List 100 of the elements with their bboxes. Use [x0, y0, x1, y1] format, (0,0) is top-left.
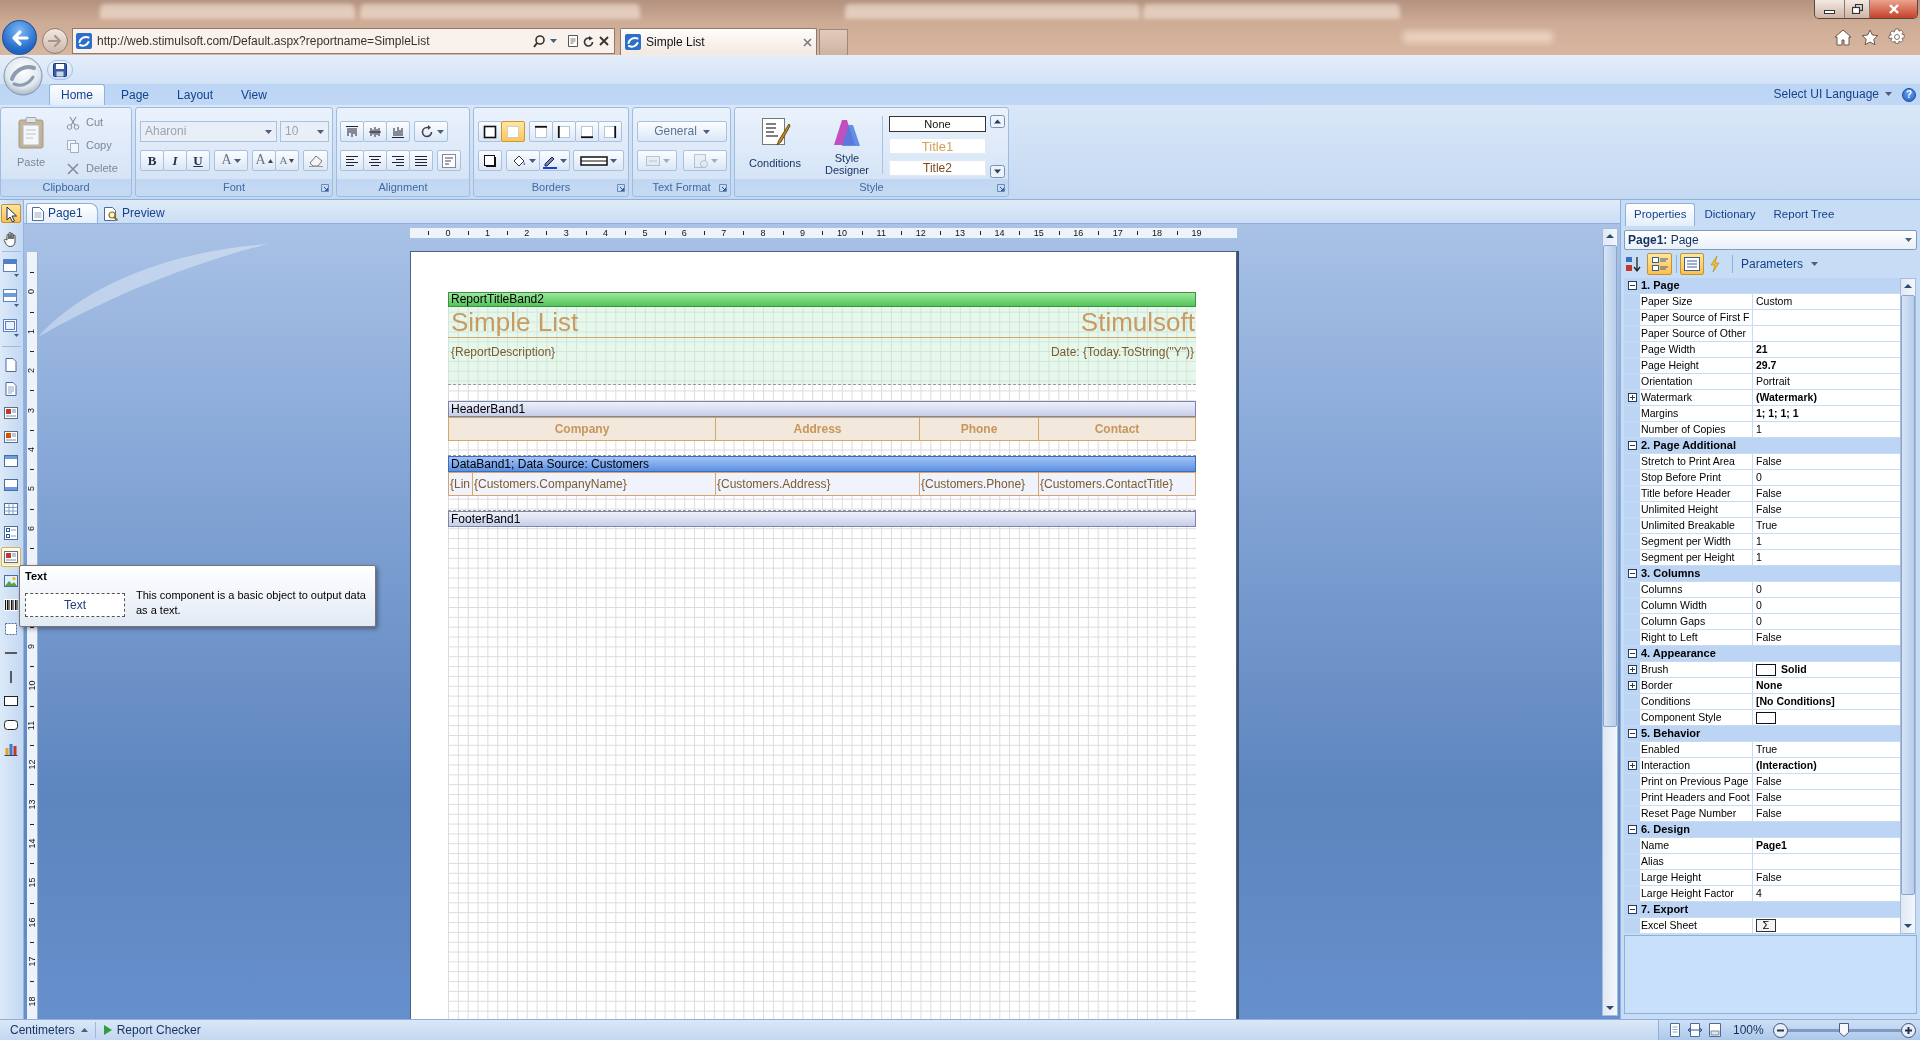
- property-value-cell[interactable]: Σ: [1753, 918, 1900, 933]
- property-value[interactable]: 21: [1753, 342, 1900, 357]
- property-row[interactable]: Large Height False: [1624, 870, 1900, 886]
- dialog-launcher-icon[interactable]: [617, 184, 625, 192]
- property-row[interactable]: Margins 1; 1; 1; 1: [1624, 406, 1900, 422]
- grow-font-button[interactable]: A: [252, 150, 276, 171]
- property-row[interactable]: Paper Source of Other: [1624, 326, 1900, 342]
- close-button[interactable]: [1869, 0, 1917, 18]
- eraser-button[interactable]: [303, 150, 328, 171]
- property-row[interactable]: Border None: [1624, 678, 1900, 694]
- property-row[interactable]: Columns 0: [1624, 582, 1900, 598]
- zoom-out-icon[interactable]: [1772, 1022, 1788, 1038]
- view-mode-button[interactable]: [1687, 1022, 1703, 1038]
- scroll-down-icon[interactable]: [990, 165, 1005, 178]
- border-button[interactable]: [478, 121, 502, 142]
- property-value[interactable]: 0: [1753, 470, 1900, 485]
- property-value[interactable]: [No Conditions]: [1753, 694, 1900, 709]
- expand-icon[interactable]: [1627, 393, 1637, 402]
- property-value[interactable]: Portrait: [1753, 374, 1900, 389]
- property-row[interactable]: Segment per Width 1: [1624, 534, 1900, 550]
- italic-button[interactable]: I: [163, 150, 187, 171]
- scroll-thumb[interactable]: [1603, 245, 1617, 727]
- property-row[interactable]: Interaction (Interaction): [1624, 758, 1900, 774]
- property-value[interactable]: Page1: [1753, 838, 1900, 853]
- property-value-cell[interactable]: [1753, 326, 1900, 341]
- property-value[interactable]: 1: [1753, 534, 1900, 549]
- toolbar-toggle[interactable]: [1647, 253, 1672, 275]
- border-color-button[interactable]: [539, 150, 570, 171]
- property-row[interactable]: Number of Copies 1: [1624, 422, 1900, 438]
- property-row[interactable]: Page Height 29.7: [1624, 358, 1900, 374]
- property-value[interactable]: (Watermark): [1753, 390, 1900, 405]
- browser-tab[interactable]: Simple List: [620, 28, 817, 55]
- ribbon-tab[interactable]: Layout: [165, 84, 226, 105]
- property-row[interactable]: Enabled True: [1624, 742, 1900, 758]
- collapse-icon[interactable]: [1627, 905, 1637, 914]
- property-value[interactable]: 4: [1753, 886, 1900, 901]
- property-value[interactable]: False: [1753, 630, 1900, 645]
- property-value[interactable]: 1: [1753, 422, 1900, 437]
- format-dropdown[interactable]: General: [637, 121, 727, 142]
- border-button[interactable]: [529, 121, 553, 142]
- property-value[interactable]: 1; 1; 1; 1: [1753, 406, 1900, 421]
- panel-tab[interactable]: Report Tree: [1764, 203, 1844, 226]
- line-style-button[interactable]: [573, 150, 624, 171]
- panel-tab[interactable]: Properties: [1625, 203, 1696, 226]
- property-value[interactable]: True: [1753, 518, 1900, 533]
- property-row[interactable]: Segment per Height 1: [1624, 550, 1900, 566]
- category-row[interactable]: 5. Behavior: [1624, 726, 1900, 742]
- panel-tab[interactable]: Dictionary: [1695, 203, 1765, 226]
- property-value[interactable]: 29.7: [1753, 358, 1900, 373]
- vertical-align-button[interactable]: [363, 121, 387, 142]
- border-button[interactable]: [552, 121, 576, 142]
- style-gallery-item[interactable]: Title2: [889, 160, 986, 176]
- ribbon-tab[interactable]: Page: [109, 84, 162, 105]
- property-value[interactable]: 0: [1753, 598, 1900, 613]
- collapse-icon[interactable]: [1627, 441, 1637, 450]
- property-value[interactable]: False: [1753, 454, 1900, 469]
- horizontal-align-button[interactable]: [340, 150, 364, 171]
- font-color-button[interactable]: A: [214, 150, 248, 171]
- rotate-button[interactable]: [414, 121, 448, 142]
- search-icon[interactable]: [533, 34, 545, 48]
- collapse-icon[interactable]: [1627, 729, 1637, 738]
- scroll-thumb[interactable]: [1901, 295, 1915, 895]
- collapse-icon[interactable]: [1627, 649, 1637, 658]
- style-gallery-item[interactable]: None: [889, 116, 986, 132]
- language-dropdown[interactable]: Select UI Language: [1773, 87, 1892, 102]
- expand-icon[interactable]: [1627, 681, 1637, 690]
- toolbar-toggle[interactable]: [1680, 253, 1704, 275]
- category-row[interactable]: 6. Design: [1624, 822, 1900, 838]
- border-button[interactable]: [575, 121, 599, 142]
- dropdown-caret-icon[interactable]: [550, 39, 557, 43]
- property-value[interactable]: 0: [1753, 582, 1900, 597]
- property-row[interactable]: Orientation Portrait: [1624, 374, 1900, 390]
- property-value[interactable]: 1: [1753, 550, 1900, 565]
- border-button[interactable]: [598, 121, 622, 142]
- category-row[interactable]: 2. Page Additional: [1624, 438, 1900, 454]
- horizontal-align-button[interactable]: [386, 150, 410, 171]
- property-row[interactable]: Unlimited Breakable True: [1624, 518, 1900, 534]
- collapse-icon[interactable]: [1627, 825, 1637, 834]
- property-value[interactable]: False: [1753, 486, 1900, 501]
- zoom-in-icon[interactable]: [1900, 1022, 1916, 1038]
- property-value-cell[interactable]: [1753, 310, 1900, 325]
- units-dropdown[interactable]: Centimeters: [10, 1022, 88, 1038]
- home-icon[interactable]: [1834, 28, 1852, 46]
- property-row[interactable]: Page Width 21: [1624, 342, 1900, 358]
- property-value[interactable]: False: [1753, 870, 1900, 885]
- forward-button[interactable]: [42, 28, 68, 54]
- property-value[interactable]: False: [1753, 806, 1900, 821]
- star-icon[interactable]: [1861, 28, 1879, 46]
- toolbox-button[interactable]: [1, 523, 21, 543]
- property-row[interactable]: Large Height Factor 4: [1624, 886, 1900, 902]
- horizontal-align-button[interactable]: [409, 150, 433, 171]
- category-row[interactable]: 4. Appearance: [1624, 646, 1900, 662]
- property-value[interactable]: False: [1753, 790, 1900, 805]
- property-row[interactable]: Brush Solid: [1624, 662, 1900, 678]
- settings-icon[interactable]: [1888, 28, 1906, 46]
- parameters-dropdown[interactable]: Parameters: [1741, 256, 1819, 272]
- expand-icon[interactable]: [1627, 761, 1637, 770]
- category-row[interactable]: 3. Columns: [1624, 566, 1900, 582]
- report-checker-button[interactable]: Report Checker: [103, 1022, 201, 1038]
- formula-button[interactable]: Σ: [1756, 919, 1776, 932]
